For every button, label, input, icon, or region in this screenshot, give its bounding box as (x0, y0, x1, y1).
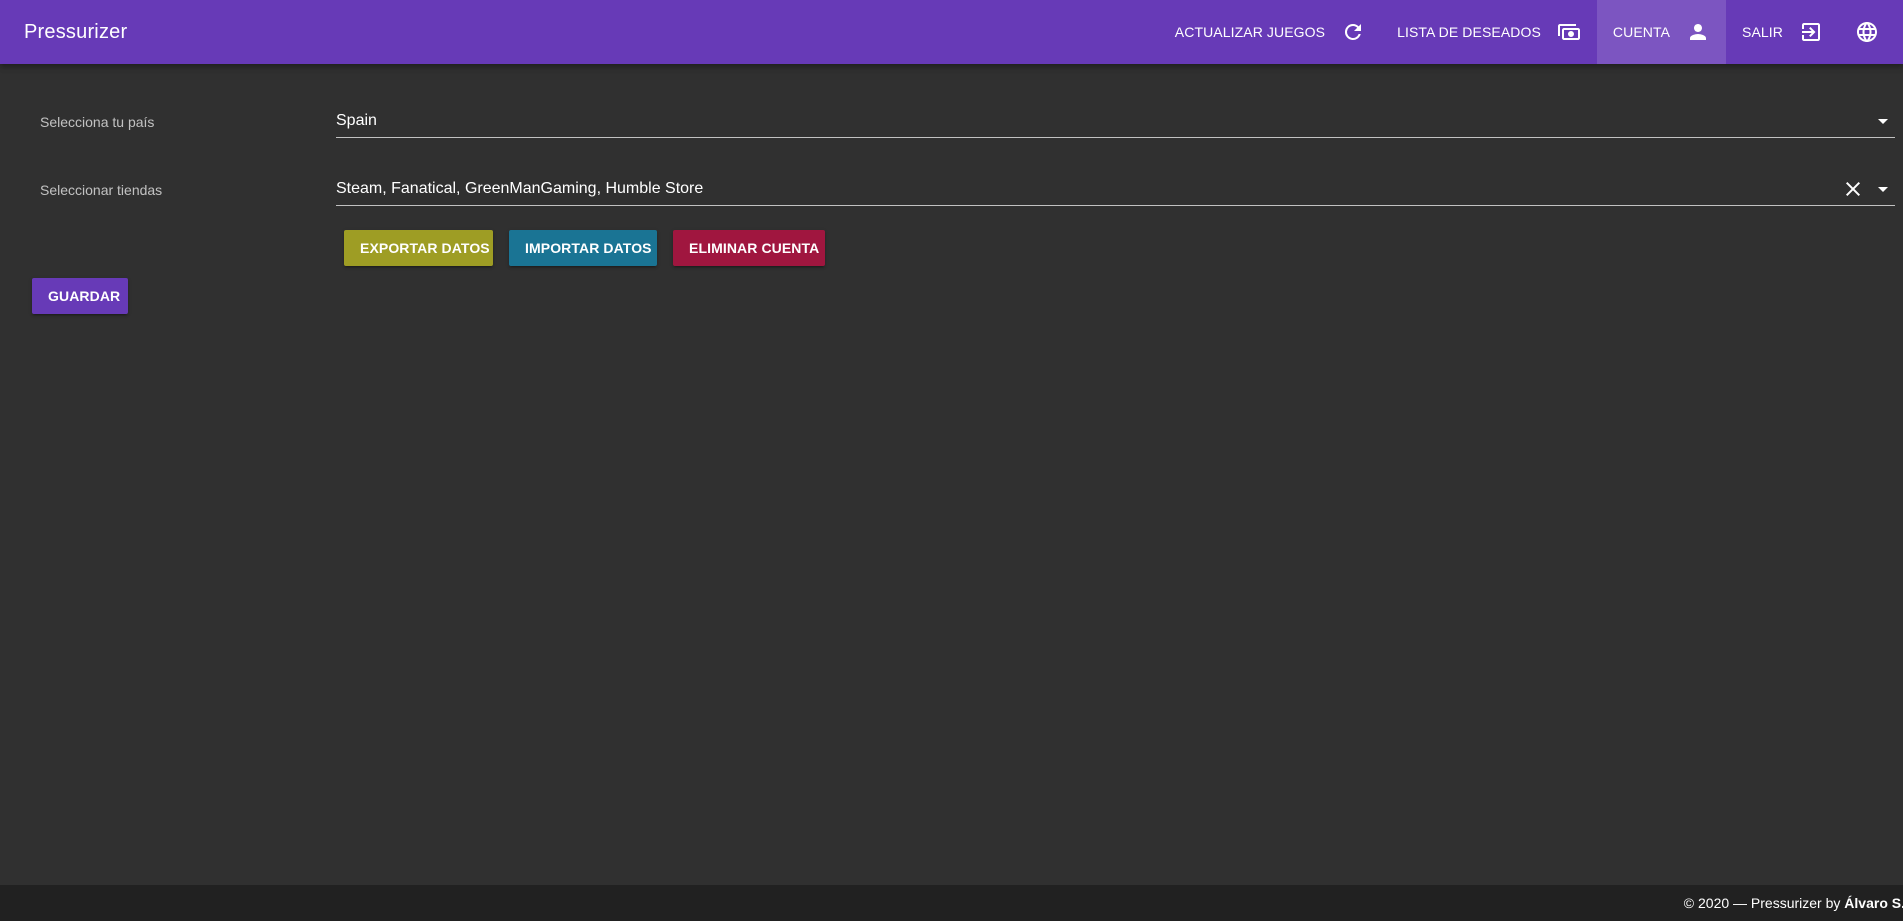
stores-select-value: Steam, Fanatical, GreenManGaming, Humble… (336, 179, 704, 197)
nav-logout-label: SALIR (1742, 24, 1783, 40)
app-bar: Pressurizer ACTUALIZAR JUEGOS LISTA DE D… (0, 0, 1903, 64)
delete-account-button[interactable]: ELIMINAR CUENTA (673, 230, 825, 266)
stores-select[interactable]: Steam, Fanatical, GreenManGaming, Humble… (336, 172, 1895, 206)
nav-wishlist[interactable]: LISTA DE DESEADOS (1381, 0, 1597, 64)
account-settings: Selecciona tu país Spain Seleccionar tie… (0, 64, 1903, 885)
footer-copyright: © 2020 — Pressurizer by (1683, 895, 1845, 911)
export-data-button[interactable]: EXPORTAR DATOS (344, 230, 493, 266)
import-data-button[interactable]: IMPORTAR DATOS (509, 230, 657, 266)
dropdown-arrow-icon[interactable] (1871, 109, 1895, 133)
globe-icon (1855, 20, 1879, 44)
footer-author: Álvaro S. (1844, 895, 1903, 911)
country-select[interactable]: Spain (336, 104, 1895, 138)
stores-label: Seleccionar tiendas (40, 182, 163, 198)
nav-account-label: CUENTA (1612, 24, 1671, 40)
nav-logout[interactable]: SALIR (1726, 0, 1839, 64)
footer-text: © 2020 — Pressurizer by Álvaro S. (1684, 895, 1903, 911)
country-row: Selecciona tu país Spain (0, 104, 1903, 160)
refresh-icon (1341, 20, 1365, 44)
top-nav: ACTUALIZAR JUEGOS LISTA DE DESEADOS CUEN… (1159, 0, 1903, 64)
app-title[interactable]: Pressurizer (24, 0, 127, 64)
money-icon (1557, 20, 1581, 44)
clear-icon[interactable] (1841, 177, 1865, 201)
footer: © 2020 — Pressurizer by Álvaro S. (0, 885, 1903, 921)
country-select-value: Spain (336, 111, 377, 129)
account-icon (1686, 20, 1710, 44)
nav-language[interactable] (1839, 0, 1903, 64)
nav-wishlist-label: LISTA DE DESEADOS (1397, 24, 1541, 40)
country-label: Selecciona tu país (40, 114, 155, 130)
nav-update-games-label: ACTUALIZAR JUEGOS (1174, 24, 1326, 40)
nav-account[interactable]: CUENTA (1596, 0, 1727, 64)
nav-update-games[interactable]: ACTUALIZAR JUEGOS (1159, 0, 1381, 64)
stores-row: Seleccionar tiendas Steam, Fanatical, Gr… (0, 172, 1903, 228)
save-button[interactable]: GUARDAR (32, 278, 128, 314)
logout-icon (1799, 20, 1823, 44)
dropdown-arrow-icon[interactable] (1871, 177, 1895, 201)
